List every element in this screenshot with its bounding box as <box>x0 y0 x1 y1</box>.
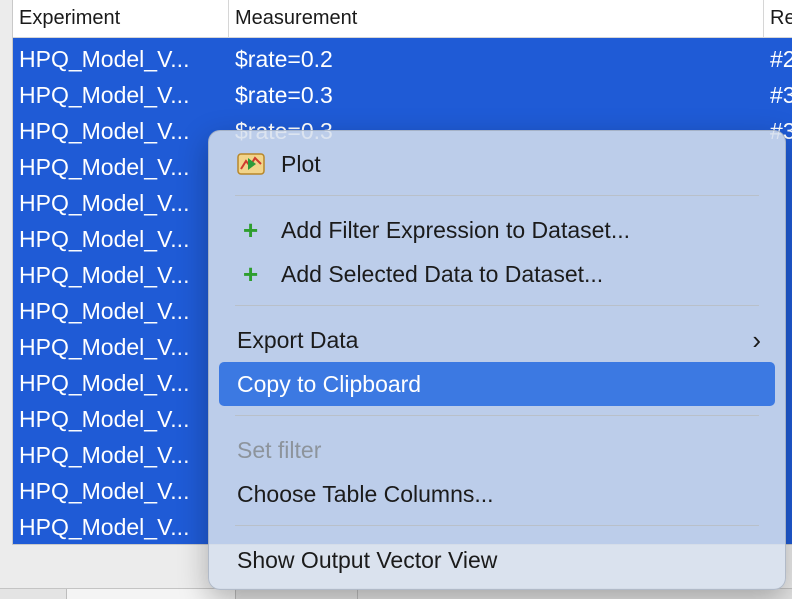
replication-cell: #2 <box>770 46 792 72</box>
menu-item-label: Add Selected Data to Dataset... <box>281 261 604 287</box>
column-header-experiment[interactable]: Experiment <box>13 0 229 37</box>
experiment-cell: HPQ_Model_V... <box>19 334 190 360</box>
context-menu: Plot + Add Filter Expression to Dataset.… <box>208 130 786 590</box>
table-row[interactable]: HPQ_Model_V... $rate=0.2 #2 <box>13 38 792 74</box>
menu-item-add-selected-data[interactable]: + Add Selected Data to Dataset... <box>219 252 775 296</box>
menu-item-copy-to-clipboard[interactable]: Copy to Clipboard <box>219 362 775 406</box>
chevron-right-icon: › <box>752 325 761 355</box>
experiment-cell: HPQ_Model_V... <box>19 118 190 144</box>
menu-item-label: Set filter <box>237 437 322 463</box>
menu-item-label: Show Output Vector View <box>237 547 498 573</box>
menu-item-add-filter-expression[interactable]: + Add Filter Expression to Dataset... <box>219 208 775 252</box>
experiment-cell: HPQ_Model_V... <box>19 154 190 180</box>
menu-item-set-filter: Set filter <box>219 428 775 472</box>
column-header-replication[interactable]: Re <box>764 0 792 37</box>
plus-icon: + <box>243 259 259 289</box>
experiment-cell: HPQ_Model_V... <box>19 298 190 324</box>
experiment-cell: HPQ_Model_V... <box>19 82 190 108</box>
experiment-cell: HPQ_Model_V... <box>19 46 190 72</box>
table-row[interactable]: HPQ_Model_V... $rate=0.3 #3 <box>13 74 792 110</box>
menu-item-plot[interactable]: Plot <box>219 142 775 186</box>
menu-item-label: Export Data <box>237 327 359 353</box>
experiment-cell: HPQ_Model_V... <box>19 442 190 468</box>
menu-separator <box>235 525 759 526</box>
menu-item-export-data[interactable]: Export Data › <box>219 318 775 362</box>
experiment-cell: HPQ_Model_V... <box>19 190 190 216</box>
menu-separator <box>235 195 759 196</box>
measurement-cell: $rate=0.2 <box>235 46 333 72</box>
menu-item-show-output-vector-view[interactable]: Show Output Vector View <box>219 538 775 582</box>
menu-item-label: Copy to Clipboard <box>237 371 422 397</box>
menu-item-label: Plot <box>281 151 321 177</box>
menu-separator <box>235 305 759 306</box>
replication-cell: #3 <box>770 82 792 108</box>
experiment-cell: HPQ_Model_V... <box>19 370 190 396</box>
experiment-cell: HPQ_Model_V... <box>19 406 190 432</box>
experiment-cell: HPQ_Model_V... <box>19 478 190 504</box>
measurement-cell: $rate=0.3 <box>235 82 333 108</box>
experiment-cell: HPQ_Model_V... <box>19 514 190 540</box>
menu-item-choose-table-columns[interactable]: Choose Table Columns... <box>219 472 775 516</box>
plot-icon <box>237 153 265 175</box>
experiment-cell: HPQ_Model_V... <box>19 226 190 252</box>
experiment-cell: HPQ_Model_V... <box>19 262 190 288</box>
menu-separator <box>235 415 759 416</box>
menu-item-label: Add Filter Expression to Dataset... <box>281 217 630 243</box>
column-header-measurement[interactable]: Measurement <box>229 0 764 37</box>
menu-item-label: Choose Table Columns... <box>237 481 494 507</box>
plus-icon: + <box>243 215 259 245</box>
table-header: Experiment Measurement Re <box>13 0 792 38</box>
